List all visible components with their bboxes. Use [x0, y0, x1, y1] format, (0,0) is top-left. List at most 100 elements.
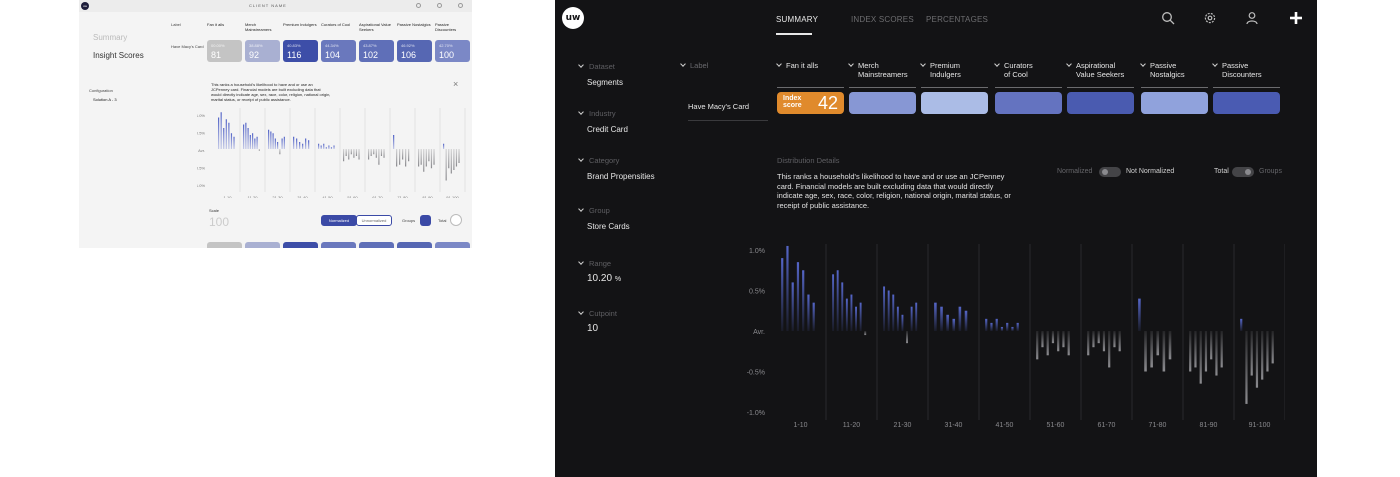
- distribution-bar[interactable]: [958, 306, 962, 331]
- distribution-bar[interactable]: [448, 149, 450, 169]
- distribution-bar[interactable]: [1118, 331, 1121, 352]
- distribution-bar[interactable]: [1271, 331, 1274, 364]
- distribution-bar[interactable]: [1092, 331, 1095, 348]
- distribution-bar[interactable]: [892, 294, 895, 331]
- distribution-bar[interactable]: [1011, 326, 1014, 331]
- thumbnail-score-card[interactable]: 44.34% 104: [321, 40, 356, 62]
- distribution-bar[interactable]: [786, 245, 789, 331]
- distribution-bar[interactable]: [1261, 331, 1264, 380]
- distribution-bar[interactable]: [223, 128, 225, 149]
- segment-header-5[interactable]: Passive Nostalgics: [1140, 61, 1185, 79]
- distribution-bar[interactable]: [433, 149, 435, 165]
- distribution-bar[interactable]: [836, 270, 839, 331]
- distribution-bar[interactable]: [450, 149, 452, 174]
- distribution-bar[interactable]: [318, 143, 320, 149]
- thumbnail-score-card[interactable]: 43.87% 102: [359, 40, 394, 62]
- distribution-bar[interactable]: [325, 147, 327, 149]
- distribution-bar[interactable]: [249, 135, 251, 149]
- sidebar-category-value[interactable]: Brand Propensities: [587, 172, 655, 181]
- segment-header-6[interactable]: Passive Discounters: [1212, 61, 1262, 79]
- thumbnail-total-toggle[interactable]: [450, 214, 462, 226]
- distribution-bar[interactable]: [279, 149, 281, 155]
- segment-score-card-4[interactable]: [1067, 92, 1134, 114]
- distribution-bar[interactable]: [348, 149, 350, 160]
- tab-percentages[interactable]: PERCENTAGES: [926, 15, 988, 24]
- distribution-bar[interactable]: [408, 149, 410, 162]
- distribution-bar[interactable]: [274, 138, 276, 150]
- distribution-bar[interactable]: [1162, 331, 1166, 372]
- normalization-toggle[interactable]: [1099, 167, 1121, 177]
- distribution-bar[interactable]: [220, 112, 222, 149]
- distribution-bar[interactable]: [1041, 331, 1044, 348]
- distribution-bar[interactable]: [1245, 331, 1248, 404]
- distribution-bar[interactable]: [430, 149, 433, 169]
- tab-index-scores[interactable]: INDEX SCORES: [851, 15, 914, 24]
- distribution-bar[interactable]: [1144, 331, 1147, 372]
- distribution-bar[interactable]: [995, 318, 998, 331]
- distribution-bar[interactable]: [378, 149, 380, 165]
- thumbnail-score-card[interactable]: 38.88% 92: [245, 40, 280, 62]
- thumbnail-gear-icon[interactable]: [437, 3, 442, 8]
- distribution-bar[interactable]: [1108, 331, 1111, 368]
- distribution-bar[interactable]: [418, 149, 420, 167]
- distribution-bar[interactable]: [225, 119, 227, 149]
- distribution-bar[interactable]: [405, 149, 407, 167]
- distribution-bar[interactable]: [1113, 331, 1116, 348]
- distribution-bar[interactable]: [245, 122, 247, 149]
- plus-icon[interactable]: [1289, 11, 1303, 25]
- distribution-bar[interactable]: [1199, 331, 1202, 384]
- distribution-bar[interactable]: [330, 147, 333, 149]
- distribution-bar[interactable]: [353, 149, 355, 158]
- distribution-bar[interactable]: [293, 136, 295, 149]
- distribution-bar[interactable]: [252, 133, 254, 149]
- segment-score-card-6[interactable]: [1213, 92, 1280, 114]
- distribution-bar[interactable]: [952, 318, 956, 331]
- distribution-bar[interactable]: [370, 149, 372, 156]
- distribution-bar[interactable]: [443, 143, 445, 149]
- distribution-bar[interactable]: [1250, 331, 1253, 376]
- distribution-bar[interactable]: [1189, 331, 1192, 372]
- distribution-bar[interactable]: [320, 145, 322, 150]
- segment-header-0[interactable]: Fan it alls: [776, 61, 818, 70]
- distribution-bar[interactable]: [796, 262, 800, 331]
- thumbnail-close-icon[interactable]: ×: [453, 79, 458, 89]
- distribution-bar[interactable]: [850, 294, 853, 331]
- segment-header-3[interactable]: Curators of Cool: [994, 61, 1033, 79]
- distribution-bar[interactable]: [990, 322, 993, 331]
- sidebar-dataset-label[interactable]: Dataset: [578, 62, 615, 71]
- distribution-bar[interactable]: [859, 302, 862, 331]
- distribution-bar[interactable]: [901, 314, 904, 331]
- distribution-bar[interactable]: [323, 143, 325, 149]
- segment-score-card-1[interactable]: [849, 92, 916, 114]
- sidebar-industry-value[interactable]: Credit Card: [587, 125, 628, 134]
- thumbnail-score-card[interactable]: 42.70% 100: [435, 40, 470, 62]
- distribution-bar[interactable]: [1046, 331, 1049, 356]
- distribution-bar[interactable]: [247, 128, 249, 149]
- distribution-bar[interactable]: [299, 142, 301, 149]
- distribution-bar[interactable]: [375, 149, 377, 158]
- thumbnail-unnormalized-button[interactable]: Unnormalized: [356, 215, 392, 226]
- thumbnail-normalized-button[interactable]: Normalized: [321, 215, 357, 226]
- distribution-bar[interactable]: [1168, 331, 1172, 360]
- sidebar-group-value[interactable]: Store Cards: [587, 222, 630, 231]
- distribution-bar[interactable]: [1220, 331, 1223, 368]
- thumbnail-search-icon[interactable]: [416, 3, 421, 8]
- distribution-bar[interactable]: [350, 149, 352, 155]
- distribution-bar[interactable]: [333, 145, 335, 150]
- distribution-bar[interactable]: [1156, 331, 1160, 356]
- sidebar-dataset-value[interactable]: Segments: [587, 78, 623, 87]
- sidebar-group-label[interactable]: Group: [578, 206, 610, 215]
- distribution-bar[interactable]: [887, 290, 890, 332]
- distribution-bar[interactable]: [380, 149, 383, 156]
- distribution-bar[interactable]: [393, 135, 395, 149]
- distribution-bar[interactable]: [1062, 331, 1065, 348]
- distribution-bar[interactable]: [807, 294, 810, 331]
- thumbnail-user-icon[interactable]: [458, 3, 463, 8]
- distribution-bar[interactable]: [425, 149, 427, 167]
- distribution-bar[interactable]: [1006, 322, 1009, 331]
- distribution-bar[interactable]: [308, 140, 310, 149]
- total-groups-toggle[interactable]: [1232, 167, 1254, 177]
- segment-score-card-5[interactable]: [1141, 92, 1208, 114]
- distribution-bar[interactable]: [343, 149, 345, 162]
- distribution-bar[interactable]: [845, 298, 848, 331]
